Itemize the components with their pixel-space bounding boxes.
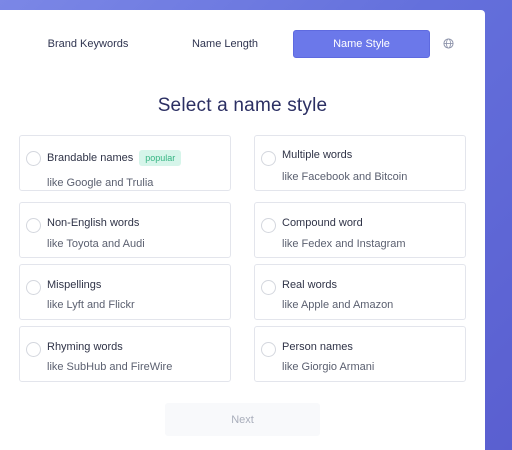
option-example: like Facebook and Bitcoin: [282, 171, 408, 183]
option-brandable-names[interactable]: Brandable names popular like Google and …: [19, 135, 231, 191]
page-title: Select a name style: [157, 95, 328, 116]
option-title: Rhyming words: [47, 341, 123, 353]
radio-circle-icon[interactable]: [26, 218, 41, 233]
option-title: Person names: [282, 341, 353, 353]
radio-circle-icon[interactable]: [261, 218, 276, 233]
option-example: like Apple and Amazon: [282, 299, 394, 311]
popular-badge: popular: [139, 150, 182, 166]
option-title: Mispellings: [47, 279, 102, 291]
tab-name-length[interactable]: Name Length: [178, 30, 272, 58]
option-title: Brandable names popular: [47, 150, 182, 166]
option-example: like SubHub and FireWire: [47, 361, 173, 373]
tab-brand-keywords[interactable]: Brand Keywords: [30, 30, 146, 58]
option-compound-word[interactable]: Compound word like Fedex and Instagram: [254, 202, 466, 258]
radio-circle-icon[interactable]: [261, 342, 276, 357]
option-title: Compound word: [282, 217, 363, 229]
radio-circle-icon[interactable]: [26, 151, 41, 166]
radio-circle-icon[interactable]: [261, 280, 276, 295]
option-example: like Toyota and Audi: [47, 238, 145, 250]
option-title: Real words: [282, 279, 338, 291]
option-example: like Fedex and Instagram: [282, 238, 406, 250]
radio-circle-icon[interactable]: [26, 280, 41, 295]
option-example: like Lyft and Flickr: [47, 299, 135, 311]
step-tabs: Brand Keywords Name Length Name Style: [0, 30, 485, 60]
option-title-text: Brandable names: [47, 152, 134, 164]
radio-circle-icon[interactable]: [261, 151, 276, 166]
option-non-english-words[interactable]: Non-English words like Toyota and Audi: [19, 202, 231, 258]
name-generator-card: Brand Keywords Name Length Name Style Se…: [0, 10, 485, 450]
option-title: Multiple words: [282, 149, 353, 161]
option-multiple-words[interactable]: Multiple words like Facebook and Bitcoin: [254, 135, 466, 191]
option-person-names[interactable]: Person names like Giorgio Armani: [254, 326, 466, 382]
option-real-words[interactable]: Real words like Apple and Amazon: [254, 264, 466, 320]
option-mispellings[interactable]: Mispellings like Lyft and Flickr: [19, 264, 231, 320]
radio-circle-icon[interactable]: [26, 342, 41, 357]
option-example: like Google and Trulia: [47, 177, 154, 189]
globe-icon[interactable]: [441, 36, 455, 50]
option-example: like Giorgio Armani: [282, 361, 375, 373]
option-rhyming-words[interactable]: Rhyming words like SubHub and FireWire: [19, 326, 231, 382]
option-title: Non-English words: [47, 217, 140, 229]
tab-name-style[interactable]: Name Style: [293, 30, 430, 58]
next-button[interactable]: Next: [165, 403, 320, 436]
